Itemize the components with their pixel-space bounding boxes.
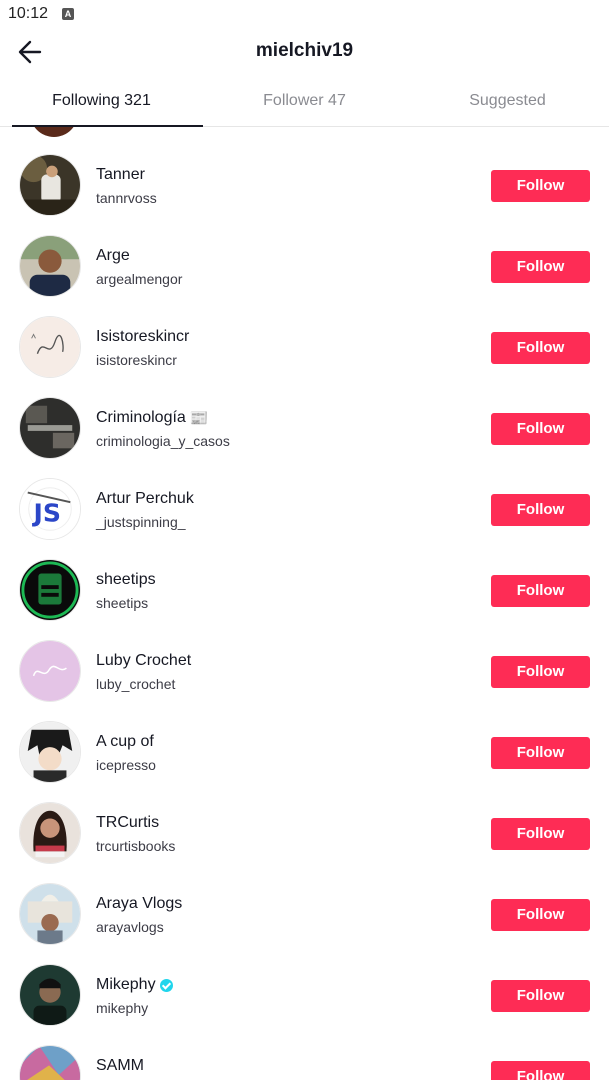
list-item[interactable]: Luby Crochet luby_crochet Follow	[0, 630, 609, 711]
user-handle: sheetips	[96, 595, 149, 611]
avatar[interactable]	[19, 1045, 81, 1080]
tab-followers[interactable]: Follower 47	[203, 76, 406, 126]
list-item[interactable]: JS Artur Perchuk _justspinning_ Follow	[0, 468, 609, 549]
user-name: Araya Vlogs	[96, 895, 183, 912]
list-item[interactable]: sheetips sheetips Follow	[0, 549, 609, 630]
newspaper-icon: 📰	[189, 410, 209, 427]
status-time: 10:12	[8, 5, 49, 22]
app-notification-icon: A	[62, 8, 74, 20]
follow-button[interactable]: Follow	[491, 494, 590, 526]
avatar[interactable]: JS	[19, 478, 81, 540]
tab-bar: Following 321 Follower 47 Suggested	[0, 76, 609, 127]
list-item[interactable]: SAMM Follow	[0, 1035, 609, 1080]
follow-button[interactable]: Follow	[491, 656, 590, 688]
list-item[interactable]: Arge argealmengor Follow	[0, 225, 609, 306]
user-name: Criminología	[96, 409, 186, 426]
user-name: Artur Perchuk	[96, 490, 194, 507]
user-name: SAMM	[96, 1057, 144, 1074]
follow-button[interactable]: Follow	[491, 818, 590, 850]
user-name: Arge	[96, 247, 130, 264]
user-name: Isistoreskincr	[96, 328, 190, 345]
list-item[interactable]: Araya Vlogs arayavlogs Follow	[0, 873, 609, 954]
user-handle: arayavlogs	[96, 919, 164, 935]
user-handle: trcurtisbooks	[96, 838, 176, 854]
user-handle: argealmengor	[96, 271, 183, 287]
follow-button[interactable]: Follow	[491, 413, 590, 445]
tab-suggested[interactable]: Suggested	[406, 76, 609, 126]
follow-button[interactable]: Follow	[491, 980, 590, 1012]
avatar[interactable]	[19, 883, 81, 945]
user-name: TRCurtis	[96, 814, 160, 831]
user-name: Luby Crochet	[96, 652, 192, 669]
list-item[interactable]: A cup of icepresso Follow	[0, 711, 609, 792]
verified-badge-icon	[159, 978, 173, 992]
follow-button[interactable]: Follow	[491, 251, 590, 283]
avatar[interactable]	[19, 721, 81, 783]
user-handle: luby_crochet	[96, 676, 176, 692]
avatar[interactable]	[19, 802, 81, 864]
avatar[interactable]	[19, 235, 81, 297]
user-name: sheetips	[96, 571, 156, 588]
user-name: Tanner	[96, 166, 145, 183]
list-item[interactable]: Tanner tannrvoss Follow	[0, 144, 609, 225]
avatar[interactable]	[19, 559, 81, 621]
list-item[interactable]: Isistoreskincr isistoreskincr Follow	[0, 306, 609, 387]
follow-button[interactable]: Follow	[491, 170, 590, 202]
list-item[interactable]: Criminología 📰 criminologia_y_casos Foll…	[0, 387, 609, 468]
svg-text:JS: JS	[32, 499, 61, 528]
follow-button[interactable]: Follow	[491, 1061, 590, 1080]
list-item[interactable]: Mikephy mikephy Follow	[0, 954, 609, 1035]
user-name: Mikephy	[96, 976, 156, 993]
user-handle: icepresso	[96, 757, 156, 773]
user-name: A cup of	[96, 733, 154, 750]
avatar[interactable]	[19, 397, 81, 459]
user-handle: mikephy	[96, 1000, 149, 1016]
following-list[interactable]: Tanner tannrvoss Follow Arge argealmengo…	[0, 127, 609, 1080]
user-handle: criminologia_y_casos	[96, 433, 230, 449]
user-handle: tannrvoss	[96, 190, 157, 206]
status-bar: 10:12 A	[0, 0, 609, 28]
user-handle: isistoreskincr	[96, 352, 177, 368]
follow-button[interactable]: Follow	[491, 899, 590, 931]
header: mielchiv19	[0, 28, 609, 76]
user-handle: _justspinning_	[96, 514, 186, 530]
avatar[interactable]	[19, 316, 81, 378]
tab-following[interactable]: Following 321	[0, 76, 203, 127]
follow-button[interactable]: Follow	[491, 737, 590, 769]
page-title: mielchiv19	[255, 40, 354, 61]
list-item[interactable]: TRCurtis trcurtisbooks Follow	[0, 792, 609, 873]
follow-button[interactable]: Follow	[491, 575, 590, 607]
avatar[interactable]	[19, 640, 81, 702]
avatar[interactable]	[19, 964, 81, 1026]
avatar[interactable]	[19, 154, 81, 216]
follow-button[interactable]: Follow	[491, 332, 590, 364]
avatar[interactable]	[30, 127, 78, 137]
